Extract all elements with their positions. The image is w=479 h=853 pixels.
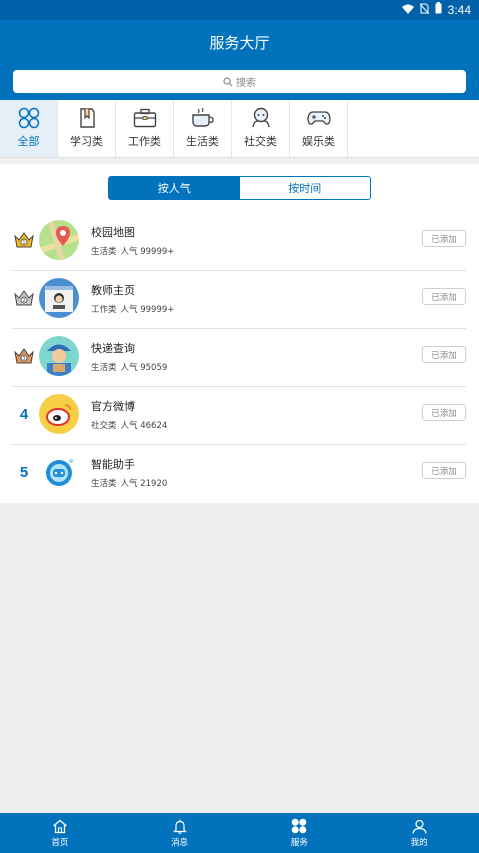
search-placeholder: 搜索 (236, 78, 256, 89)
category-life[interactable]: 生活类 (174, 100, 232, 157)
app-name: 智能助手 (91, 458, 135, 471)
weibo-icon (39, 394, 79, 434)
sort-by-time-button[interactable]: 按时间 (239, 177, 370, 199)
app-meta: 生活类 人气 21920 (91, 477, 171, 489)
category-label: 学习类 (70, 135, 103, 148)
category-bar: 全部 学习类 工作类 生活类 社交类 娱乐类 (0, 100, 479, 158)
app-name: 校园地图 (91, 226, 135, 239)
briefcase-icon (133, 107, 157, 129)
gamepad-icon (306, 107, 331, 129)
app-category: 社交类 (91, 421, 117, 431)
app-meta: 生活类 人气 99999+ (91, 245, 178, 257)
tab-label: 首页 (51, 838, 69, 848)
category-label: 工作类 (128, 135, 161, 148)
no-sim-icon (419, 3, 430, 17)
search-input[interactable]: 搜索 (13, 70, 466, 93)
app-category: 生活类 (91, 363, 117, 373)
category-label: 全部 (17, 135, 40, 148)
tab-label: 我的 (410, 838, 428, 848)
coffee-cup-icon (191, 107, 215, 129)
teacher-profile-icon (39, 278, 79, 318)
app-popularity: 人气 99999+ (120, 305, 175, 315)
people-chat-icon (250, 107, 272, 129)
app-popularity: 人气 46624 (120, 421, 168, 431)
category-label: 娱乐类 (302, 135, 335, 148)
list-item[interactable]: 5 智能助手 生活类 人气 21920 已添加 (12, 445, 466, 503)
rank-number: 4 (19, 405, 29, 423)
status-bar: 3:44 (0, 0, 479, 20)
rank-number: 5 (19, 463, 29, 481)
added-button[interactable]: 已添加 (422, 288, 466, 305)
tab-messages[interactable]: 消息 (120, 813, 240, 853)
bottom-tab-bar: 首页 消息 服务 我的 (0, 813, 479, 853)
rank-badge: 4 (12, 402, 36, 426)
list-item[interactable]: 3 快递查询 生活类 人气 95059 已添加 (12, 329, 466, 387)
wifi-icon (401, 3, 414, 17)
app-category: 生活类 (91, 479, 117, 489)
category-label: 社交类 (244, 135, 277, 148)
category-all[interactable]: 全部 (0, 100, 58, 157)
added-button[interactable]: 已添加 (422, 230, 466, 247)
rank-number: 3 (22, 356, 25, 362)
category-label: 生活类 (186, 135, 219, 148)
tab-mine[interactable]: 我的 (359, 813, 479, 853)
status-icons: 3:44 (401, 2, 471, 17)
courier-icon (39, 336, 79, 376)
robot-assistant-icon (39, 452, 79, 492)
bookmark-book-icon (77, 107, 97, 129)
tab-home[interactable]: 首页 (0, 813, 120, 853)
bell-icon (172, 818, 187, 834)
app-category: 工作类 (91, 305, 117, 315)
added-button[interactable]: 已添加 (422, 462, 466, 479)
app-category: 生活类 (91, 247, 117, 257)
battery-icon (435, 2, 442, 17)
app-header: 服务大厅 搜索 (0, 20, 479, 100)
category-study[interactable]: 学习类 (58, 100, 116, 157)
list-item[interactable]: 1 校园地图 生活类 人气 99999+ 已添加 (12, 213, 466, 271)
added-button[interactable]: 已添加 (422, 346, 466, 363)
rank-badge: 5 (12, 460, 36, 484)
tab-label: 服务 (290, 838, 308, 848)
app-meta: 工作类 人气 99999+ (91, 303, 178, 315)
sort-by-popularity-button[interactable]: 按人气 (109, 177, 240, 199)
app-name: 官方微博 (91, 400, 135, 413)
rank-number: 2 (22, 298, 25, 304)
category-social[interactable]: 社交类 (232, 100, 290, 157)
app-name: 教师主页 (91, 284, 135, 297)
added-button[interactable]: 已添加 (422, 404, 466, 421)
category-work[interactable]: 工作类 (116, 100, 174, 157)
app-meta: 社交类 人气 46624 (91, 419, 171, 431)
sort-toggle: 按人气 按时间 (108, 176, 371, 200)
category-entertainment[interactable]: 娱乐类 (290, 100, 348, 157)
list-item[interactable]: 2 教师主页 工作类 人气 99999+ 已添加 (12, 271, 466, 329)
search-icon (223, 76, 233, 87)
app-meta: 生活类 人气 95059 (91, 361, 171, 373)
map-pin-icon (39, 220, 79, 260)
clock: 3:44 (447, 2, 471, 17)
clover-grid-icon (18, 107, 40, 129)
app-name: 快递查询 (91, 342, 135, 355)
home-icon (52, 818, 68, 834)
app-popularity: 人气 95059 (120, 363, 168, 373)
clover-grid-icon (291, 818, 307, 834)
silver-crown-icon: 2 (12, 286, 36, 310)
page-title: 服务大厅 (209, 34, 270, 52)
person-icon (412, 818, 427, 834)
tab-label: 消息 (171, 838, 189, 848)
ranking-list-panel: 按人气 按时间 1 校园地图 生活类 人气 99999+ 已添加 2 教师主页 工… (0, 164, 479, 503)
list-item[interactable]: 4 官方微博 社交类 人气 46624 已添加 (12, 387, 466, 445)
app-popularity: 人气 21920 (120, 479, 168, 489)
app-popularity: 人气 99999+ (120, 247, 175, 257)
gold-crown-icon: 1 (12, 228, 36, 252)
tab-services[interactable]: 服务 (240, 813, 360, 853)
bronze-crown-icon: 3 (12, 344, 36, 368)
rank-number: 1 (22, 240, 25, 246)
